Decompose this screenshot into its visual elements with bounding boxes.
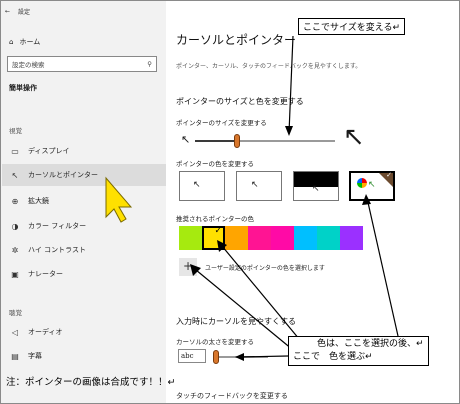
color-callout-line1: 色は、ここを選択の後、↵ xyxy=(317,339,424,349)
arrow-head-plus xyxy=(190,264,201,276)
arrow-to-thickness xyxy=(237,355,289,358)
composite-note: 注：ポインターの画像は合成です！！↵ xyxy=(6,377,176,388)
arrow-head-size xyxy=(285,126,293,136)
color-callout-line2: ここで 色を選ぶ↵ xyxy=(293,352,373,362)
color-callout: 色は、ここを選択の後、↵ ここで 色を選ぶ↵ xyxy=(288,336,429,366)
arrow-to-size-slider xyxy=(288,35,294,134)
arrow-head-thickness xyxy=(235,353,244,361)
size-callout: ここでサイズを変える↵ xyxy=(298,18,406,35)
arrow-to-custom-option xyxy=(366,197,399,337)
big-yellow-cursor-icon xyxy=(105,176,133,223)
arrow-head-custom xyxy=(362,194,371,205)
